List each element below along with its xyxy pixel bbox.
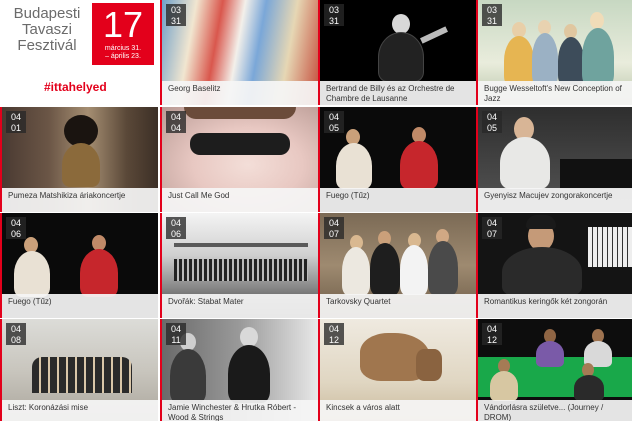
festival-date-badge: 17 március 31. – április 23. (92, 3, 154, 65)
festival-hashtag[interactable]: #ittahelyed (44, 80, 107, 94)
festival-name-line3: Fesztivál (17, 37, 77, 54)
event-title: Tarkovsky Quartet (320, 294, 476, 318)
event-date: 03 31 (482, 4, 502, 26)
event-date: 04 07 (324, 217, 344, 239)
event-tile[interactable]: 04 07 Romantikus keringők két zongorán (476, 213, 632, 318)
event-title: Liszt: Koronázási mise (2, 400, 158, 421)
event-tile[interactable]: 04 12 Vándorlásra születve... (Journey / … (476, 319, 632, 421)
event-date: 03 31 (324, 4, 344, 26)
festival-date-end: – április 23. (105, 53, 141, 60)
event-tile[interactable]: 03 31 Bertrand de Billy és az Orchestre d… (318, 0, 476, 105)
event-title: Fuego (Tűz) (320, 188, 476, 212)
event-date: 03 31 (166, 4, 186, 26)
event-tile[interactable]: 04 04 Just Call Me God (160, 107, 318, 212)
festival-date-start: március 31. (104, 45, 142, 52)
event-date: 04 12 (482, 323, 502, 345)
event-title: Romantikus keringők két zongorán (478, 294, 632, 318)
event-date: 04 12 (324, 323, 344, 345)
event-title: Bugge Wesseltoft's New Conception of Jaz… (478, 81, 632, 105)
event-date: 04 07 (482, 217, 502, 239)
event-title: Gyenyisz Macujev zongorakoncertje (478, 188, 632, 212)
event-tile[interactable]: 04 07 Tarkovsky Quartet (318, 213, 476, 318)
event-tile[interactable]: 04 01 Pumeza Matshikiza áriakoncertje (0, 107, 158, 212)
event-title: Bertrand de Billy és az Orchestre de Cha… (320, 81, 476, 105)
event-tile[interactable]: 03 31 Bugge Wesseltoft's New Conception o… (476, 0, 632, 105)
event-date: 04 11 (166, 323, 186, 345)
event-title: Georg Baselitz (162, 81, 318, 105)
festival-name-line2: Tavaszi (21, 21, 73, 38)
festival-date-range: március 31. – április 23. (94, 45, 152, 61)
festival-name: Budapesti Tavaszi Fesztivál (7, 6, 87, 54)
event-title: Kincsek a város alatt (320, 400, 476, 421)
event-date: 04 01 (6, 111, 26, 133)
event-tile[interactable]: 04 05 Fuego (Tűz) (318, 107, 476, 212)
festival-edition-number: 17 (102, 4, 144, 45)
event-date: 04 05 (324, 111, 344, 133)
event-title: Dvořák: Stabat Mater (162, 294, 318, 318)
festival-name-line1: Budapesti (13, 5, 81, 22)
event-title: Jamie Winchester & Hrutka Róbert - Wood … (162, 400, 318, 421)
event-tile[interactable]: 04 05 Gyenyisz Macujev zongorakoncertje (476, 107, 632, 212)
event-date: 04 08 (6, 323, 26, 345)
event-title: Just Call Me God (162, 188, 318, 212)
festival-brand: Budapesti Tavaszi Fesztivál 17 március 3… (0, 0, 158, 105)
event-tile[interactable]: 04 08 Liszt: Koronázási mise (0, 319, 158, 421)
event-tile[interactable]: 04 06 Fuego (Tűz) (0, 213, 158, 318)
event-date: 04 04 (166, 111, 186, 133)
event-tile[interactable]: 04 06 Dvořák: Stabat Mater (160, 213, 318, 318)
event-title: Pumeza Matshikiza áriakoncertje (2, 188, 158, 212)
event-title: Fuego (Tűz) (2, 294, 158, 318)
event-tile[interactable]: 04 11 Jamie Winchester & Hrutka Róbert - … (160, 319, 318, 421)
event-title: Vándorlásra születve... (Journey / DROM) (478, 400, 632, 421)
event-tile[interactable]: 03 31 Georg Baselitz (160, 0, 318, 105)
event-tile[interactable]: 04 12 Kincsek a város alatt (318, 319, 476, 421)
event-date: 04 05 (482, 111, 502, 133)
event-date: 04 06 (166, 217, 186, 239)
event-date: 04 06 (6, 217, 26, 239)
